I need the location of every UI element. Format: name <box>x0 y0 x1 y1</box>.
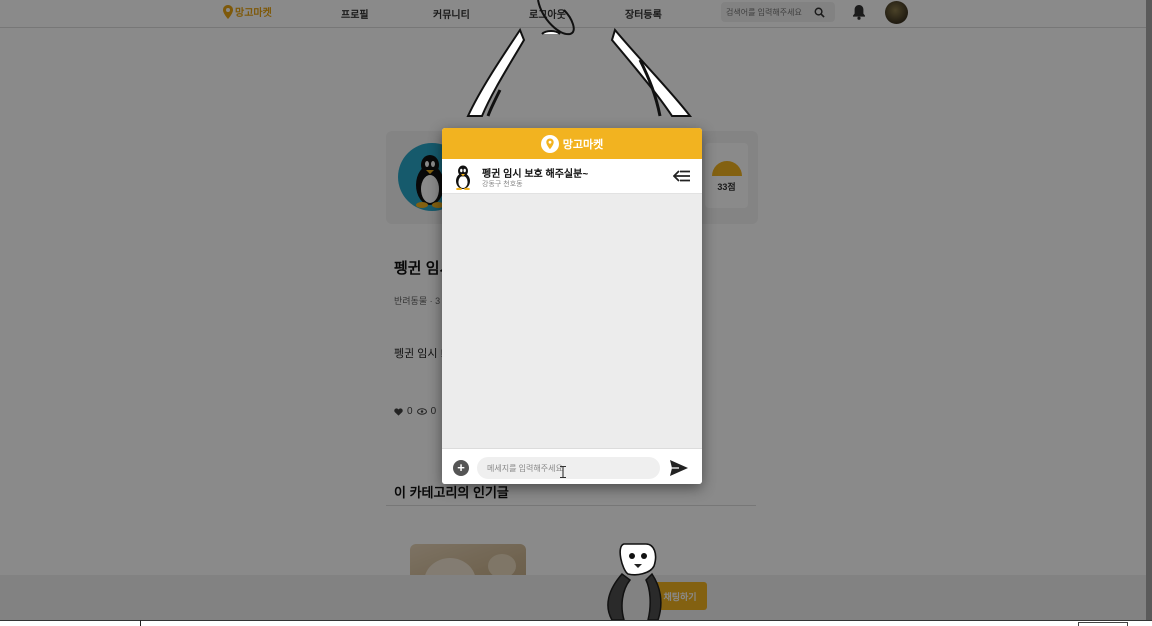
strip-box <box>1078 622 1128 626</box>
text-cursor-icon <box>560 466 566 478</box>
chat-messages-area[interactable] <box>442 194 702 448</box>
chat-room-location: 강동구 천호동 <box>482 181 523 188</box>
chat-room-title: 펭귄 임시 보호 해주실분~ <box>482 169 589 180</box>
send-icon[interactable] <box>669 459 689 477</box>
attach-plus-button[interactable]: + <box>453 460 469 476</box>
chat-input-bar: + <box>442 448 702 484</box>
penguin-avatar-icon <box>456 165 470 190</box>
location-pin-icon <box>540 134 559 153</box>
chat-room-info: 펭귄 임시 보호 해주실분~ 강동구 천호동 <box>442 159 702 194</box>
page-scrollbar[interactable] <box>1146 0 1152 620</box>
penguin-drawing-icon <box>466 0 693 117</box>
penguin-sketch-icon <box>607 543 662 620</box>
bottom-strip <box>0 620 1152 626</box>
chat-header: 망고마켓 <box>442 128 702 159</box>
exit-menu-icon[interactable] <box>673 169 691 183</box>
chat-modal: 망고마켓 펭귄 임시 보호 해주실분~ 강동구 천호동 + <box>442 128 702 484</box>
strip-tick <box>140 620 141 626</box>
chat-header-title: 망고마켓 <box>562 138 604 151</box>
message-input[interactable] <box>477 457 660 479</box>
